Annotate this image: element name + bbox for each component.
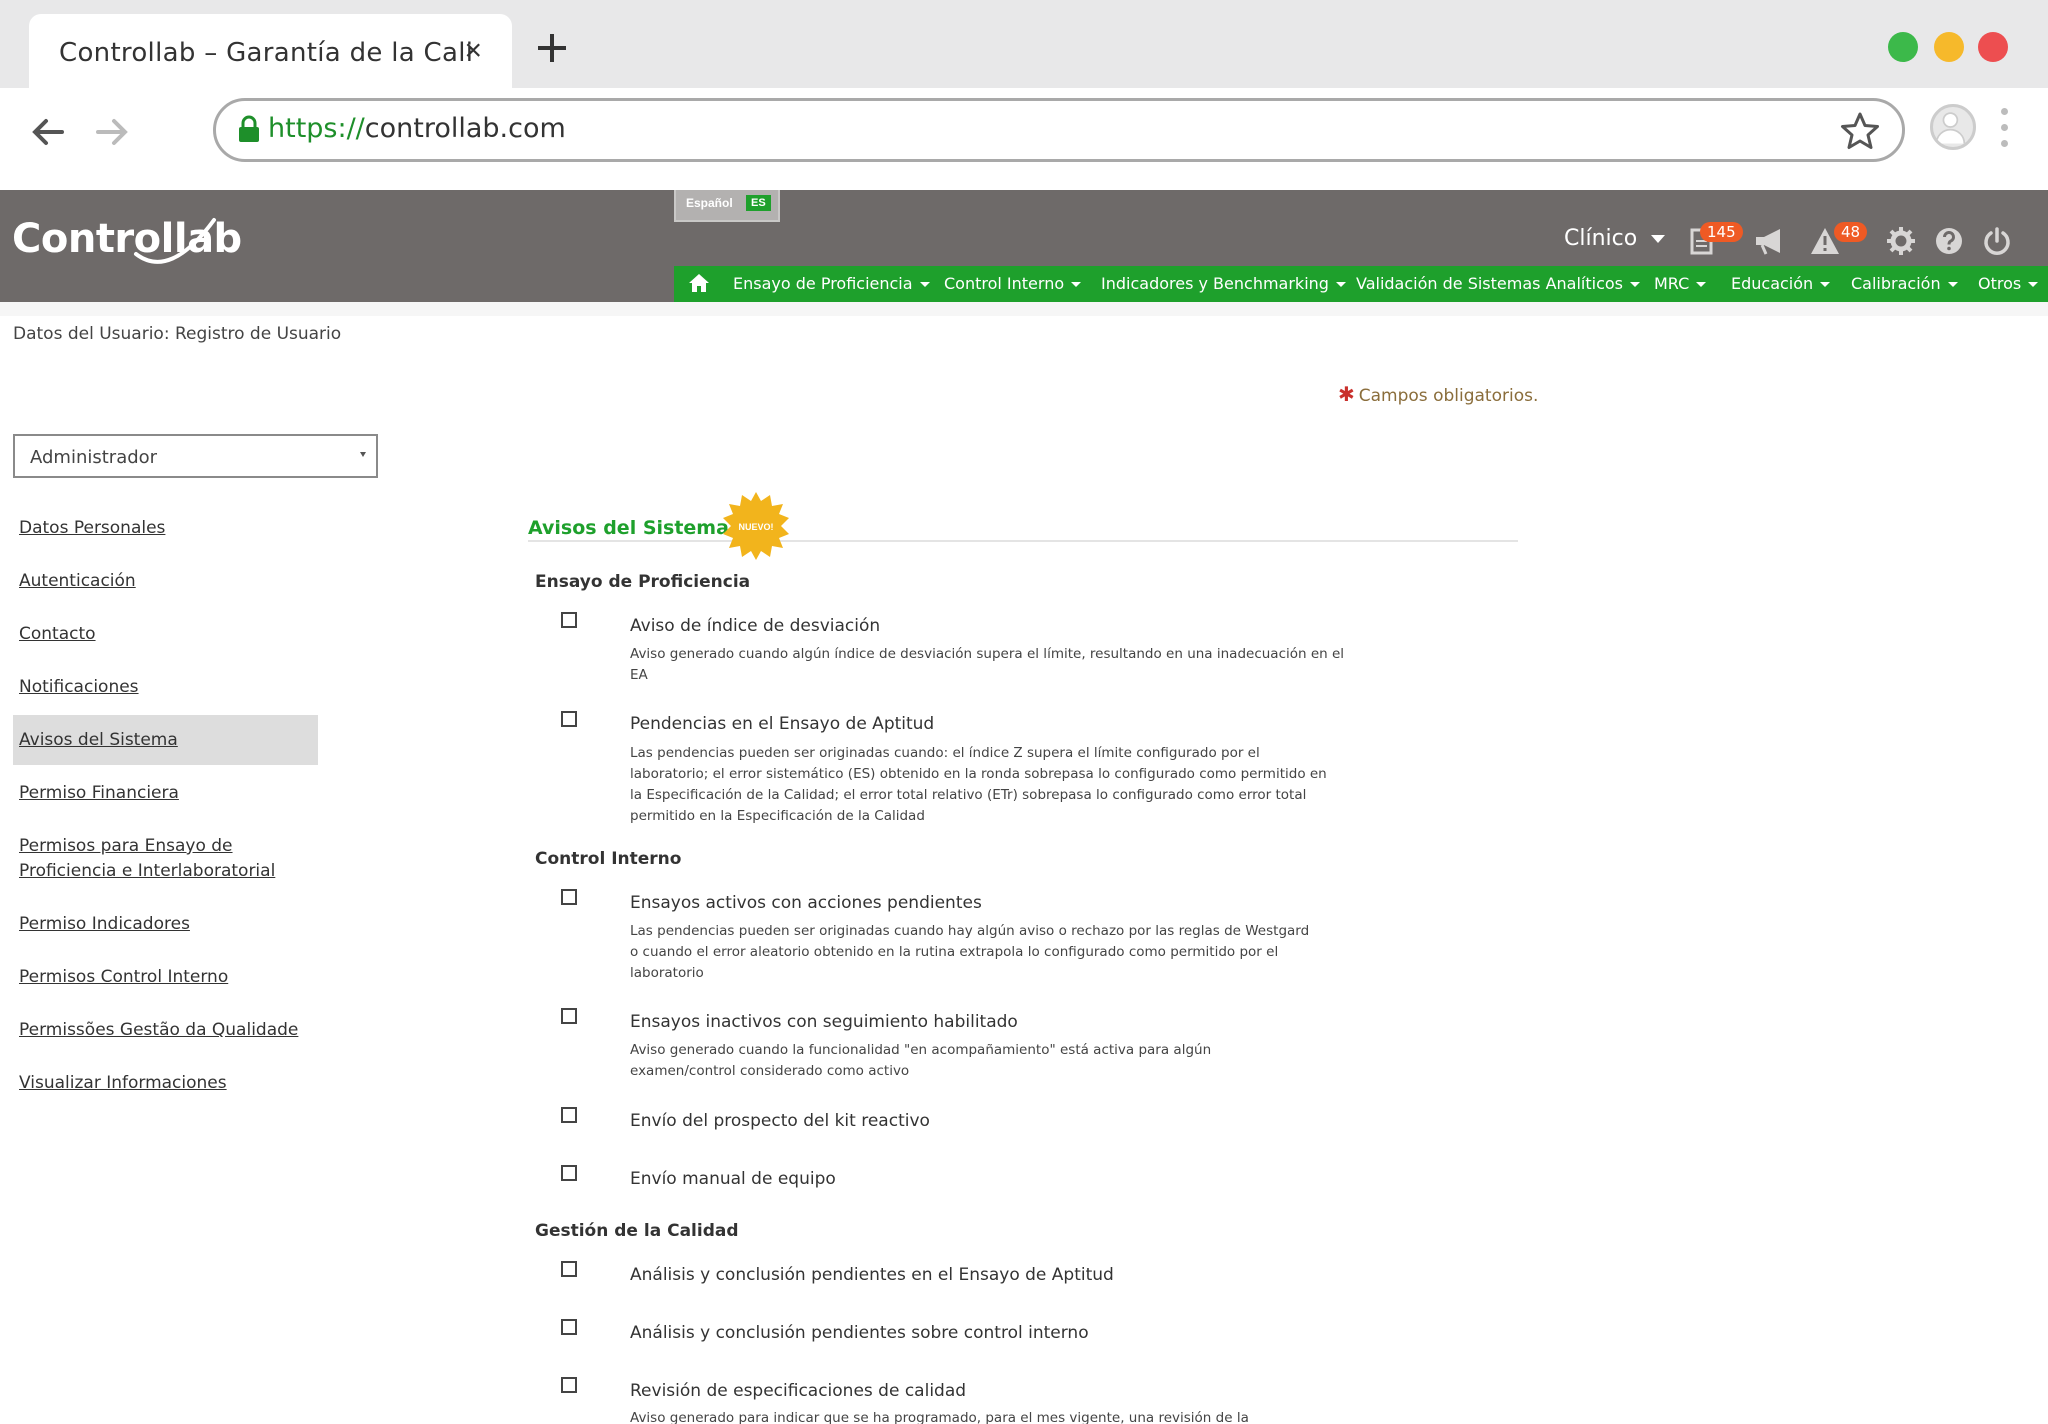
sidebar-item-permisos-ensayo[interactable]: Permisos para Ensayo de Proficiencia e I…: [13, 834, 303, 884]
power-icon[interactable]: [1982, 226, 2012, 256]
nav-mrc[interactable]: MRC: [1654, 274, 1707, 293]
chevron-down-icon: [1651, 235, 1666, 243]
url-text: https://controllab.com: [268, 113, 566, 144]
gear-icon[interactable]: [1886, 226, 1916, 256]
option-label: Envío del prospecto del kit reactivo: [630, 1111, 930, 1131]
chevron-down-icon: [360, 452, 366, 457]
option-label: Pendencias en el Ensayo de Aptitud: [630, 714, 935, 734]
back-arrow-icon[interactable]: [26, 110, 70, 154]
lock-icon: [239, 115, 259, 142]
sidebar-item-contacto[interactable]: Contacto: [13, 622, 318, 647]
window-maximize-icon[interactable]: [1888, 32, 1918, 62]
language-code: ES: [746, 195, 771, 211]
nav-ensayo-proficiencia[interactable]: Ensayo de Proficiencia: [733, 274, 930, 293]
option-label: Análisis y conclusión pendientes en el E…: [630, 1265, 1114, 1285]
option-label: Ensayos inactivos con seguimiento habili…: [630, 1012, 1018, 1032]
browser-menu-icon[interactable]: [2000, 108, 2010, 152]
tab-title: Controllab – Garantía de la Cali: [59, 38, 474, 68]
checkbox-analisis-control-interno[interactable]: [561, 1319, 577, 1335]
sidebar-item-autenticacion[interactable]: Autenticación: [13, 569, 318, 594]
checkbox-ensayos-activos-acciones[interactable]: [561, 889, 577, 905]
role-select-value: Administrador: [30, 447, 158, 468]
sidebar-item-datos-personales[interactable]: Datos Personales: [13, 516, 318, 541]
option-label: Ensayos activos con acciones pendientes: [630, 893, 982, 913]
sidebar-item-avisos-sistema[interactable]: Avisos del Sistema: [13, 715, 318, 765]
group-title-gestion-calidad: Gestión de la Calidad: [535, 1221, 739, 1241]
forward-arrow-icon[interactable]: [90, 110, 134, 154]
home-icon[interactable]: [688, 272, 710, 294]
nav-validacion-sistemas[interactable]: Validación de Sistemas Analíticos: [1356, 274, 1640, 293]
header-sub-bar: [0, 302, 2048, 316]
group-title-control-interno: Control Interno: [535, 849, 682, 869]
nav-control-interno[interactable]: Control Interno: [944, 274, 1082, 293]
chevron-down-icon: [2028, 282, 2039, 287]
option-description: Aviso generado cuando la funcionalidad "…: [630, 1042, 1212, 1079]
help-icon[interactable]: [1934, 226, 1964, 256]
checkbox-pendencias-ensayo-aptitud[interactable]: [561, 711, 577, 727]
megaphone-icon[interactable]: [1752, 226, 1788, 256]
chevron-down-icon: [1335, 282, 1346, 287]
nav-otros[interactable]: Otros: [1978, 274, 2039, 293]
option-description: Aviso generado para indicar que se ha pr…: [630, 1410, 1249, 1424]
bookmark-star-icon[interactable]: [1840, 111, 1880, 151]
option-description: Las pendencias pueden ser originadas cua…: [630, 745, 1327, 824]
option-description: Las pendencias pueden ser originadas cua…: [630, 923, 1310, 981]
url-input[interactable]: https://controllab.com: [213, 98, 1905, 162]
main-navigation: Ensayo de Proficiencia Control Interno I…: [674, 266, 2048, 302]
browser-tab[interactable]: Controllab – Garantía de la Cali ×: [29, 14, 512, 90]
logo-swoosh-icon: [134, 218, 216, 264]
chevron-down-icon: [1820, 282, 1831, 287]
required-asterisk-icon: ✱: [1338, 382, 1355, 406]
profile-avatar-icon[interactable]: [1930, 104, 1976, 150]
role-select[interactable]: Administrador: [13, 434, 378, 478]
option-label: Revisión de especificaciones de calidad: [630, 1381, 967, 1401]
chevron-down-icon: [1071, 282, 1082, 287]
browser-address-bar: https://controllab.com: [0, 88, 2048, 190]
option-label: Aviso de índice de desviación: [630, 616, 881, 636]
chevron-down-icon: [1947, 282, 1958, 287]
group-title-ensayo-proficiencia: Ensayo de Proficiencia: [535, 572, 751, 592]
language-selector[interactable]: Español ES: [674, 190, 780, 222]
new-tab-icon[interactable]: [534, 30, 570, 66]
option-label: Envío manual de equipo: [630, 1169, 836, 1189]
section-header: Avisos del Sistema NUEVO!: [528, 492, 1518, 560]
chevron-down-icon: [1630, 282, 1640, 287]
checkbox-envio-prospecto-kit[interactable]: [561, 1107, 577, 1123]
nav-calibracion[interactable]: Calibración: [1851, 274, 1958, 293]
new-badge-icon: NUEVO!: [723, 492, 789, 560]
sidebar-item-permisos-control-interno[interactable]: Permisos Control Interno: [13, 965, 318, 990]
window-close-icon[interactable]: [1978, 32, 2008, 62]
documents-badge: 145: [1700, 222, 1743, 242]
checkbox-ensayos-inactivos-seguimiento[interactable]: [561, 1008, 577, 1024]
chevron-down-icon: [919, 282, 930, 287]
sidebar-item-permiso-financiera[interactable]: Permiso Financiera: [13, 781, 318, 806]
language-label: Español: [686, 196, 733, 210]
tab-close-icon[interactable]: ×: [464, 36, 482, 66]
checkbox-analisis-ensayo-aptitud[interactable]: [561, 1261, 577, 1277]
checkbox-aviso-indice-desviacion[interactable]: [561, 612, 577, 628]
option-label: Análisis y conclusión pendientes sobre c…: [630, 1323, 1089, 1343]
chevron-down-icon: [1696, 282, 1707, 287]
required-fields-note: ✱ Campos obligatorios.: [1338, 382, 1539, 406]
nav-indicadores-benchmarking[interactable]: Indicadores y Benchmarking: [1101, 274, 1346, 293]
sidebar-item-notificaciones[interactable]: Notificaciones: [13, 675, 318, 700]
checkbox-revision-especificaciones[interactable]: [561, 1377, 577, 1393]
browser-tab-bar: Controllab – Garantía de la Cali ×: [0, 0, 2048, 90]
section-title: Avisos del Sistema: [528, 517, 729, 539]
sidebar-item-permiso-indicadores[interactable]: Permiso Indicadores: [13, 912, 318, 937]
breadcrumb: Datos del Usuario: Registro de Usuario: [13, 324, 342, 344]
nav-educacion[interactable]: Educación: [1731, 274, 1831, 293]
sidebar-item-gestao-qualidade[interactable]: Permissões Gestão da Qualidade: [13, 1018, 318, 1043]
area-selector[interactable]: Clínico: [1564, 226, 1666, 251]
new-badge-label: NUEVO!: [738, 522, 773, 532]
checkbox-envio-manual-equipo[interactable]: [561, 1165, 577, 1181]
window-minimize-icon[interactable]: [1934, 32, 1964, 62]
alerts-badge: 48: [1834, 222, 1868, 242]
sidebar-item-visualizar-informaciones[interactable]: Visualizar Informaciones: [13, 1071, 318, 1096]
app-header: Controllab Español ES Clínico 145 48 Ens…: [0, 190, 2048, 302]
option-description: Aviso generado cuando algún índice de de…: [630, 646, 1345, 683]
